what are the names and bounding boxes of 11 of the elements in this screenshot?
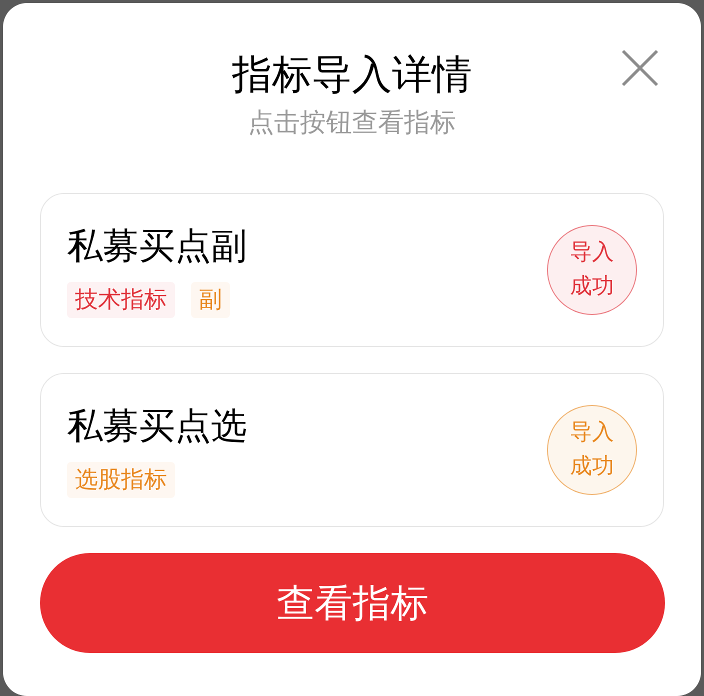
- indicator-name: 私募买点选: [67, 405, 247, 449]
- close-icon[interactable]: [620, 48, 660, 88]
- tag: 副: [191, 282, 230, 318]
- tag: 技术指标: [67, 282, 175, 318]
- dialog-subtitle: 点击按钮查看指标: [248, 107, 456, 140]
- status-text: 导入成功: [569, 239, 615, 301]
- tag: 选股指标: [67, 462, 175, 498]
- view-indicators-button[interactable]: 查看指标: [40, 553, 665, 653]
- dialog-title: 指标导入详情: [232, 51, 472, 100]
- indicator-name: 私募买点副: [67, 225, 247, 269]
- status-text: 导入成功: [569, 419, 615, 481]
